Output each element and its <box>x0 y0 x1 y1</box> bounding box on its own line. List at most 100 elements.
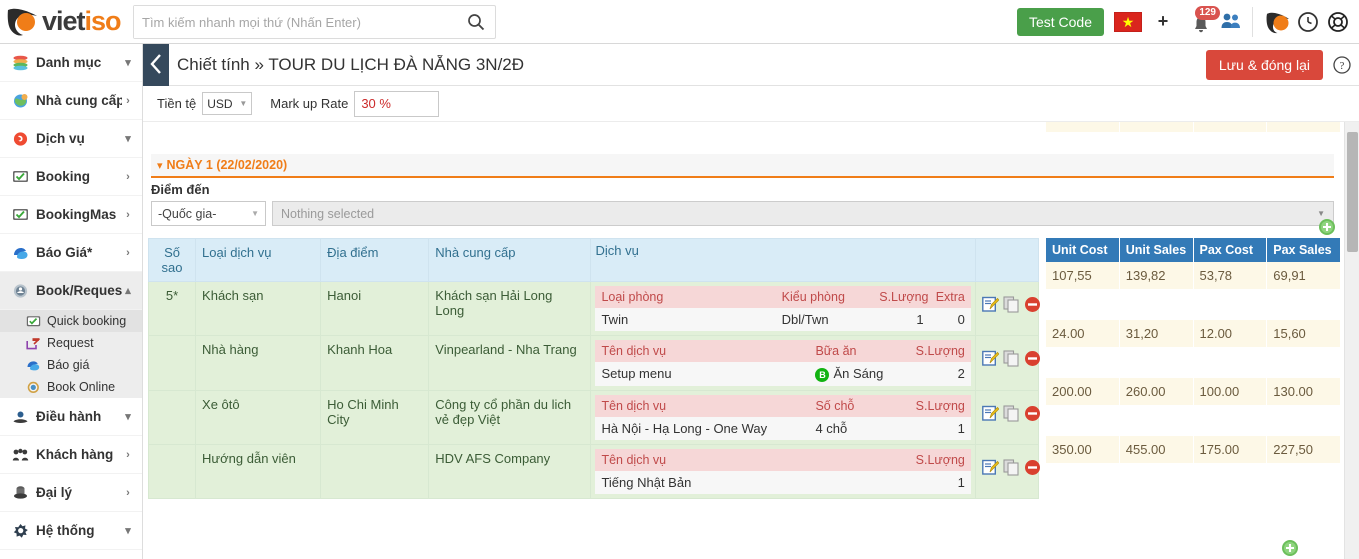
currency-value: USD <box>207 96 233 111</box>
page-header: Chiết tính » TOUR DU LỊCH ĐÀ NẴNG 3N/2Đ … <box>169 44 1359 86</box>
cell-nha-cung-cap: Vinpearland - Nha Trang <box>428 335 592 391</box>
copy-icon[interactable] <box>1003 405 1020 422</box>
test-code-button[interactable]: Test Code <box>1016 7 1104 36</box>
sidebar-item-khach-hang[interactable]: Khách hàng › <box>0 436 142 474</box>
delete-icon[interactable] <box>1024 405 1041 422</box>
column-header-unit-sales[interactable]: Unit Sales <box>1119 238 1194 262</box>
sidebar-item-dieu-hanh[interactable]: Điều hành ▾ <box>0 398 142 436</box>
destination-label: Điểm đến <box>151 182 210 197</box>
sidebar-subitem-label: Quick booking <box>47 314 127 328</box>
day-section-title: NGÀY 1 (22/02/2020) <box>166 158 288 172</box>
detail-header: S.Lượng <box>907 394 971 417</box>
service-table: Số sao Loại dịch vụ Địa điểm Nhà cung cấ… <box>147 238 1041 499</box>
lifebuoy-icon[interactable] <box>1325 9 1351 35</box>
markup-rate-input[interactable] <box>354 90 440 117</box>
cost-pax-sales: 227,50 <box>1267 436 1341 463</box>
edit-icon[interactable] <box>981 296 1000 313</box>
vertical-scrollbar[interactable] <box>1344 122 1359 559</box>
sidebar-item-request[interactable]: Request <box>0 332 142 354</box>
column-header-pax-sales[interactable]: Pax Sales <box>1267 238 1341 262</box>
cost-pax-cost: 100.00 <box>1194 378 1268 405</box>
destination-multiselect[interactable]: Nothing selected ▼ <box>272 201 1334 226</box>
detail-value: Dbl/Twn <box>775 308 874 331</box>
sidebar-item-danh-muc[interactable]: Danh mục ▾ <box>0 44 142 82</box>
cost-cell <box>1267 122 1341 132</box>
sidebar-item-bao-gia-sub[interactable]: Báo giá <box>0 354 142 376</box>
country-select[interactable]: -Quốc gia- ▼ <box>151 201 266 226</box>
search-input[interactable] <box>134 6 454 38</box>
save-and-close-button[interactable]: Lưu & đóng lại <box>1205 50 1323 80</box>
search-box[interactable] <box>133 5 496 39</box>
quick-booking-icon <box>24 315 42 328</box>
sidebar-item-dai-ly[interactable]: Đại lý › <box>0 474 142 512</box>
sidebar-item-he-thong[interactable]: Hệ thống ▾ <box>0 512 142 550</box>
copy-icon[interactable] <box>1003 459 1020 476</box>
day-section-header[interactable]: ▾ NGÀY 1 (22/02/2020) <box>151 154 1334 178</box>
markup-rate-label: Mark up Rate <box>270 96 349 111</box>
delete-icon[interactable] <box>1024 350 1041 367</box>
help-icon[interactable]: ? <box>1333 56 1351 74</box>
delete-icon[interactable] <box>1024 459 1041 476</box>
people-icon[interactable] <box>1220 10 1244 33</box>
add-language-button[interactable]: + <box>1150 11 1176 33</box>
column-header-so-sao[interactable]: Số sao <box>147 238 197 282</box>
destination-block: Điểm đến -Quốc gia- ▼ Nothing selected ▼ <box>151 182 1334 234</box>
edit-icon[interactable] <box>981 459 1000 476</box>
column-header-nha-cung-cap[interactable]: Nhà cung cấp <box>428 238 592 282</box>
sidebar-item-booking[interactable]: Booking › <box>0 158 142 196</box>
vertical-scrollbar-thumb[interactable] <box>1347 132 1358 252</box>
sidebar-item-label: BookingMas <box>36 207 117 222</box>
column-header-actions <box>974 238 1040 282</box>
column-header-pax-cost[interactable]: Pax Cost <box>1193 238 1268 262</box>
avatar-icon[interactable] <box>1265 9 1291 35</box>
search-icon[interactable] <box>467 13 485 31</box>
cost-row: 200.00 260.00 100.00 130.00 <box>1046 378 1341 405</box>
sidebar-submenu-book-request: Quick booking Request Báo giá Book Onlin… <box>0 310 142 398</box>
stack-icon <box>10 54 30 72</box>
cost-pax-sales: 15,60 <box>1267 320 1341 347</box>
currency-select[interactable]: USD ▼ <box>202 92 253 115</box>
sidebar-item-bao-gia[interactable]: Báo Giá* › <box>0 234 142 272</box>
cell-actions <box>974 281 1041 336</box>
back-button[interactable] <box>143 44 169 86</box>
edit-icon[interactable] <box>981 405 1000 422</box>
chevron-down-icon: ▾ <box>125 525 131 537</box>
column-header-unit-cost[interactable]: Unit Cost <box>1046 238 1120 262</box>
service-detail-table: Tên dịch vụ Bữa ăn S.Lượng Setup menu BĂ… <box>595 340 971 386</box>
detail-header: Tên dịch vụ <box>595 394 810 417</box>
logo-text-viet: viet <box>42 6 86 36</box>
notifications-button[interactable]: 129 <box>1188 5 1220 35</box>
sidebar-item-nha-cung-cap[interactable]: Nhà cung cấp › <box>0 82 142 120</box>
cell-nha-cung-cap: Công ty cổ phần du lich vẻ đẹp Việt <box>428 389 592 445</box>
sidebar-item-quick-booking[interactable]: Quick booking <box>0 310 142 332</box>
detail-value: 0 <box>929 308 971 331</box>
add-destination-button[interactable] <box>1318 218 1336 236</box>
table-row[interactable]: Xe ôtô Ho Chi Minh City Công ty cổ phần … <box>147 389 1041 445</box>
clock-icon[interactable] <box>1295 9 1321 35</box>
sidebar-item-dich-vu[interactable]: Dịch vụ ▾ <box>0 120 142 158</box>
sidebar-item-book-online[interactable]: Book Online <box>0 376 142 398</box>
chevron-right-icon: › <box>126 486 130 499</box>
copy-icon[interactable] <box>1003 350 1020 367</box>
column-header-dich-vu[interactable]: Dịch vụ <box>590 238 976 282</box>
column-header-loai-dich-vu[interactable]: Loại dịch vụ <box>195 238 322 282</box>
detail-value: Ăn Sáng <box>833 366 884 381</box>
copy-icon[interactable] <box>1003 296 1020 313</box>
delete-icon[interactable] <box>1024 296 1041 313</box>
column-header-dia-diem[interactable]: Địa điểm <box>320 238 430 282</box>
service-icon <box>10 130 30 148</box>
sidebar-item-book-request[interactable]: Book/Request ▴ <box>0 272 142 310</box>
edit-icon[interactable] <box>981 350 1000 367</box>
logo[interactable]: vietiso <box>0 0 133 43</box>
add-service-button[interactable] <box>1281 539 1299 557</box>
cost-panel: Unit Cost Unit Sales Pax Cost Pax Sales … <box>1046 238 1341 463</box>
table-row[interactable]: Nhà hàng Khanh Hoa Vinpearland - Nha Tra… <box>147 335 1041 391</box>
detail-header: Tên dịch vụ <box>595 340 810 362</box>
sidebar-item-bookingmas[interactable]: BookingMas › <box>0 196 142 234</box>
vietnam-flag-icon[interactable]: ★ <box>1114 11 1142 32</box>
cost-row: 24.00 31,20 12.00 15,60 <box>1046 320 1341 347</box>
table-row[interactable]: Hướng dẫn viên HDV AFS Company Tên dịch … <box>147 443 1041 499</box>
table-row[interactable]: 5* Khách sạn Hanoi Khách sạn Hải Long Lo… <box>147 281 1041 336</box>
destination-multiselect-value: Nothing selected <box>281 206 375 221</box>
sidebar-item-label: Báo Giá* <box>36 245 93 260</box>
